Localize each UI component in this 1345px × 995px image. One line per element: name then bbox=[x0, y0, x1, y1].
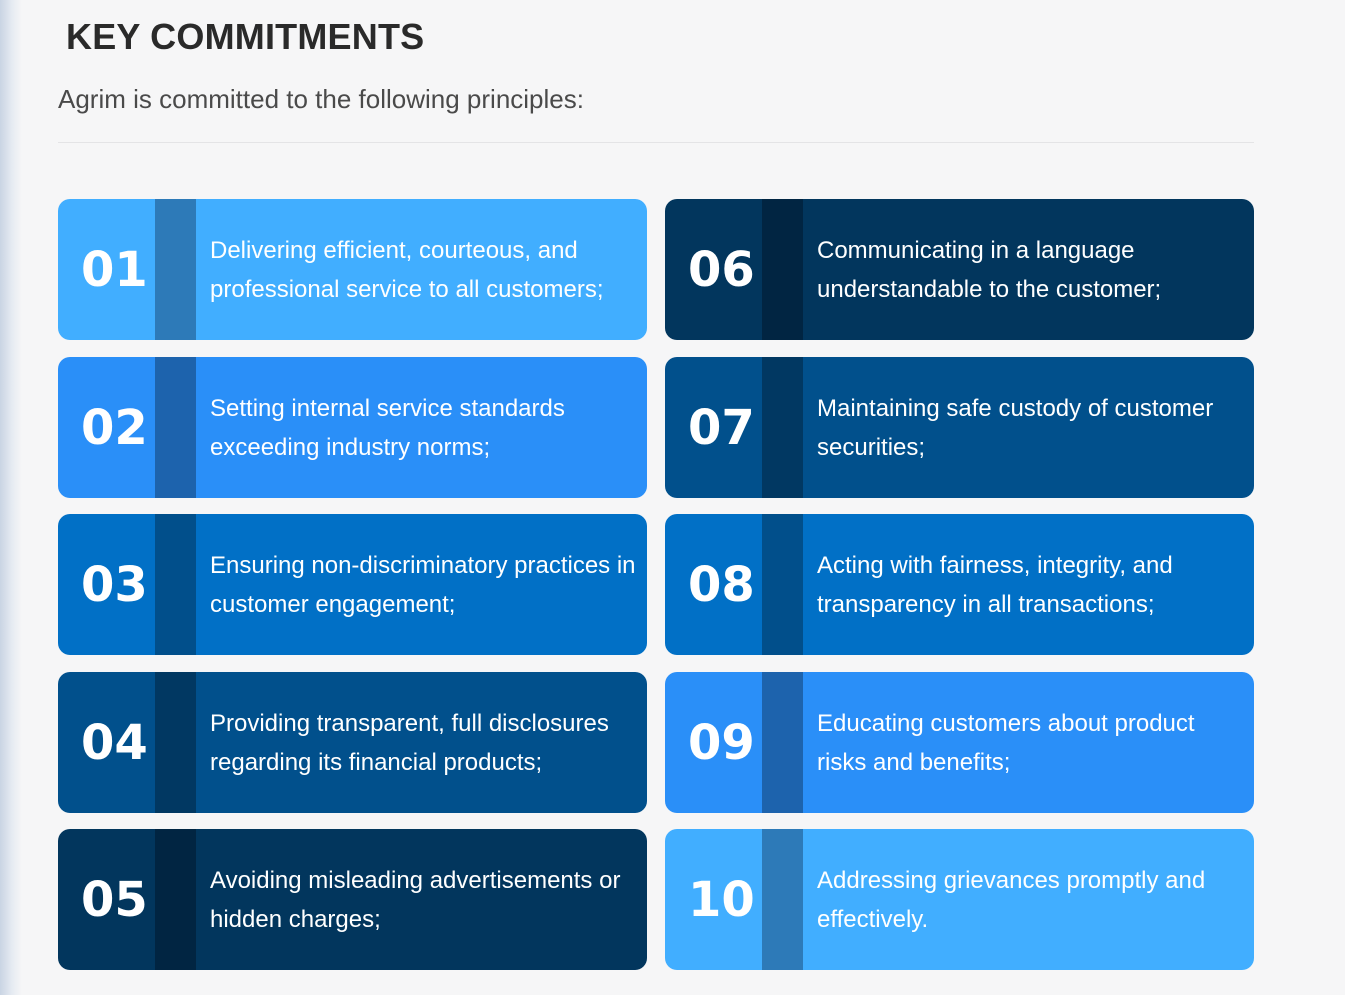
commitment-number: 05 bbox=[81, 871, 148, 928]
page-title: KEY COMMITMENTS bbox=[66, 16, 425, 57]
commitment-text: Avoiding misleading advertisements or hi… bbox=[210, 866, 621, 933]
commitment-card-01: 01 Delivering efficient, courteous, and … bbox=[58, 199, 647, 340]
commitment-text: Setting internal service standards excee… bbox=[210, 394, 565, 461]
card-accent-bar bbox=[155, 829, 196, 970]
commitment-text: Maintaining safe custody of customer sec… bbox=[817, 394, 1214, 461]
card-accent-bar bbox=[155, 357, 196, 498]
page-subtitle: Agrim is committed to the following prin… bbox=[58, 84, 584, 114]
card-accent-bar bbox=[762, 514, 803, 655]
commitment-card-08: 08 Acting with fairness, integrity, and … bbox=[665, 514, 1254, 655]
commitment-text: Addressing grievances promptly and effec… bbox=[817, 866, 1206, 933]
commitment-number: 03 bbox=[81, 556, 148, 613]
commitment-card-07: 07 Maintaining safe custody of customer … bbox=[665, 357, 1254, 498]
card-accent-bar bbox=[762, 357, 803, 498]
divider bbox=[58, 142, 1254, 143]
commitment-text: Communicating in a language understandab… bbox=[817, 236, 1162, 303]
commitment-number: 10 bbox=[688, 871, 755, 928]
commitment-number: 01 bbox=[81, 241, 148, 298]
commitment-card-04: 04 Providing transparent, full disclosur… bbox=[58, 672, 647, 813]
card-accent-bar bbox=[762, 199, 803, 340]
commitment-number: 07 bbox=[688, 399, 755, 456]
card-accent-bar bbox=[155, 514, 196, 655]
card-accent-bar bbox=[762, 829, 803, 970]
commitment-card-10: 10 Addressing grievances promptly and ef… bbox=[665, 829, 1254, 970]
commitment-number: 04 bbox=[81, 714, 148, 771]
commitment-card-03: 03 Ensuring non-discriminatory practices… bbox=[58, 514, 647, 655]
commitment-number: 06 bbox=[688, 241, 755, 298]
left-edge-shade bbox=[0, 0, 22, 995]
card-accent-bar bbox=[762, 672, 803, 813]
commitment-card-09: 09 Educating customers about product ris… bbox=[665, 672, 1254, 813]
commitment-card-02: 02 Setting internal service standards ex… bbox=[58, 357, 647, 498]
commitment-text: Ensuring non-discriminatory practices in… bbox=[210, 551, 636, 618]
card-accent-bar bbox=[155, 672, 196, 813]
commitment-text: Educating customers about product risks … bbox=[817, 709, 1195, 776]
card-accent-bar bbox=[155, 199, 196, 340]
commitment-number: 09 bbox=[688, 714, 755, 771]
commitment-number: 02 bbox=[81, 399, 148, 456]
commitment-text: Acting with fairness, integrity, and tra… bbox=[817, 551, 1173, 618]
commitment-number: 08 bbox=[688, 556, 755, 613]
commitment-text: Delivering efficient, courteous, and pro… bbox=[210, 236, 604, 303]
commitment-card-06: 06 Communicating in a language understan… bbox=[665, 199, 1254, 340]
commitment-text: Providing transparent, full disclosures … bbox=[210, 709, 609, 776]
commitment-card-05: 05 Avoiding misleading advertisements or… bbox=[58, 829, 647, 970]
